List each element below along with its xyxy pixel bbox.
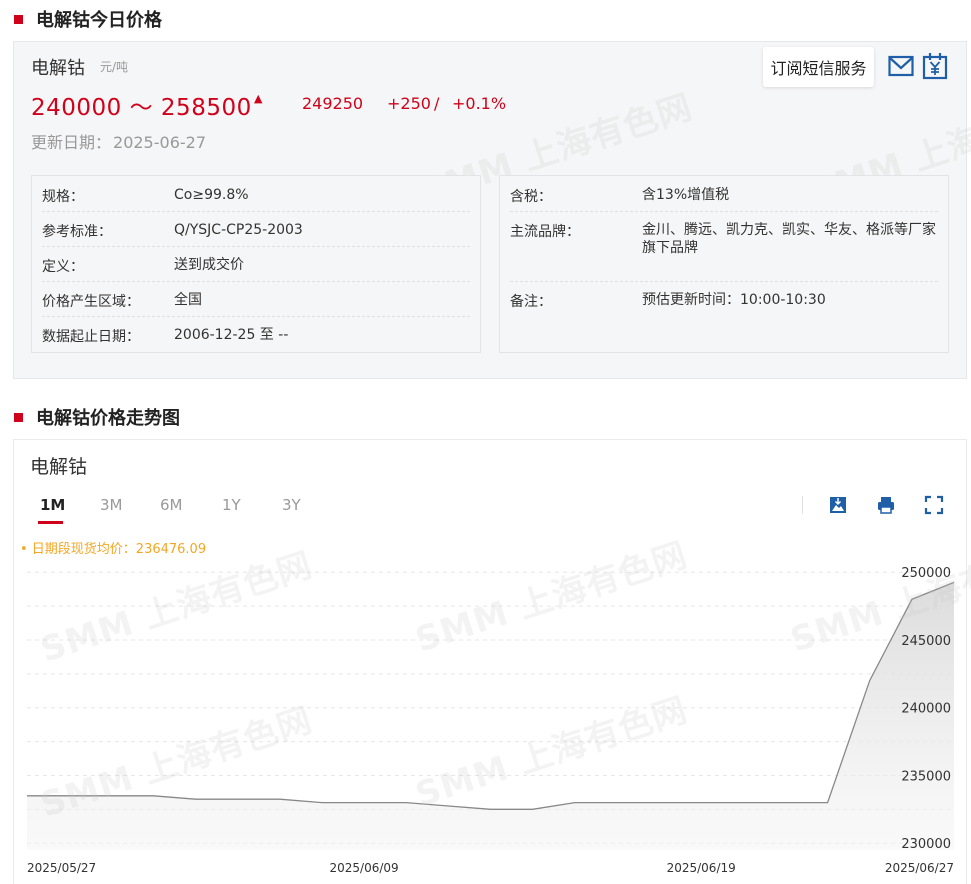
info-value: 含13%增值税	[642, 187, 730, 203]
info-value: Co≥99.8%	[174, 187, 249, 203]
y-tick-label: 240000	[901, 702, 951, 717]
spec-info-box: 规格： Co≥99.8% 参考标准： Q/YSJC-CP25-2003 定义： …	[31, 175, 481, 353]
info-value: Q/YSJC-CP25-2003	[174, 222, 303, 238]
info-key: 规格：	[42, 189, 84, 205]
info-value: 预估更新时间：10:00-10:30	[642, 292, 826, 308]
price-chart-panel: 电解钴 1M 3M 6M 1Y 3Y • 日期段现货均价：236476.09 2…	[13, 439, 971, 884]
price-unit: 元/吨	[100, 60, 129, 74]
x-tick-label: 2025/06/27	[885, 861, 954, 875]
price-range: 240000 ～ 258500	[31, 95, 252, 121]
info-value: 全国	[174, 292, 202, 308]
price-change: +250	[387, 94, 431, 113]
info-value: 2006-12-25 至 --	[174, 327, 289, 343]
change-separator: /	[434, 94, 440, 113]
x-tick-label: 2025/05/27	[27, 861, 96, 875]
x-tick-label: 2025/06/09	[330, 861, 399, 875]
up-arrow-icon: ▲	[254, 92, 263, 105]
update-date: 更新日期： 2025-06-27	[31, 129, 206, 153]
mail-icon[interactable]	[888, 54, 914, 78]
info-row-tax: 含税： 含13%增值税	[510, 186, 938, 212]
price-change-percent: +0.1%	[452, 94, 507, 113]
product-name: 电解钴	[31, 58, 85, 79]
subscribe-sms-button[interactable]: 订阅短信服务	[763, 47, 874, 87]
section-marker	[14, 412, 23, 422]
info-row-date-range: 数据起止日期： 2006-12-25 至 --	[42, 326, 470, 348]
info-row-brands: 主流品牌： 金川、腾远、凯力克、凯实、华友、格派等厂家旗下品牌	[510, 221, 938, 282]
average-price: 249250	[302, 94, 364, 113]
info-row-standard: 参考标准： Q/YSJC-CP25-2003	[42, 221, 470, 247]
tax-info-box: 含税： 含13%增值税 主流品牌： 金川、腾远、凯力克、凯实、华友、格派等厂家旗…	[499, 175, 949, 353]
update-date-value: 2025-06-27	[113, 133, 206, 152]
info-key: 价格产生区域：	[42, 294, 140, 310]
section-title-text: 电解钴价格走势图	[36, 408, 180, 429]
info-key: 备注：	[510, 294, 552, 310]
y-tick-label: 250000	[901, 566, 951, 581]
info-row-region: 价格产生区域： 全国	[42, 291, 470, 317]
info-value: 送到成交价	[174, 257, 244, 273]
info-row-definition: 定义： 送到成交价	[42, 256, 470, 282]
info-row-note: 备注： 预估更新时间：10:00-10:30	[510, 291, 938, 317]
info-row-spec: 规格： Co≥99.8%	[42, 186, 470, 212]
price-trend-chart: 230000 235000 240000 245000 250000 2025/05/27…	[27, 566, 955, 875]
info-key: 数据起止日期：	[42, 329, 140, 345]
update-label: 更新日期：	[31, 133, 112, 152]
section-title-today-price: 电解钴今日价格	[14, 6, 162, 32]
info-key: 定义：	[42, 259, 84, 275]
info-key: 含税：	[510, 189, 552, 205]
y-tick-label: 235000	[901, 769, 951, 784]
section-title-price-trend: 电解钴价格走势图	[14, 404, 180, 430]
section-marker	[14, 14, 23, 24]
info-value: 金川、腾远、凯力克、凯实、华友、格派等厂家旗下品牌	[642, 222, 936, 256]
info-key: 参考标准：	[42, 224, 112, 240]
y-tick-label: 245000	[901, 634, 951, 649]
section-title-text: 电解钴今日价格	[36, 10, 162, 31]
x-tick-label: 2025/06/19	[667, 861, 736, 875]
info-key: 主流品牌：	[510, 224, 580, 240]
price-panel: SMM 上海有色网 SMM 上海有色网 电解钴 元/吨 240000 ～ 258…	[13, 41, 971, 379]
y-tick-label: 230000	[901, 837, 951, 852]
price-subscribe-icon[interactable]	[922, 52, 948, 80]
